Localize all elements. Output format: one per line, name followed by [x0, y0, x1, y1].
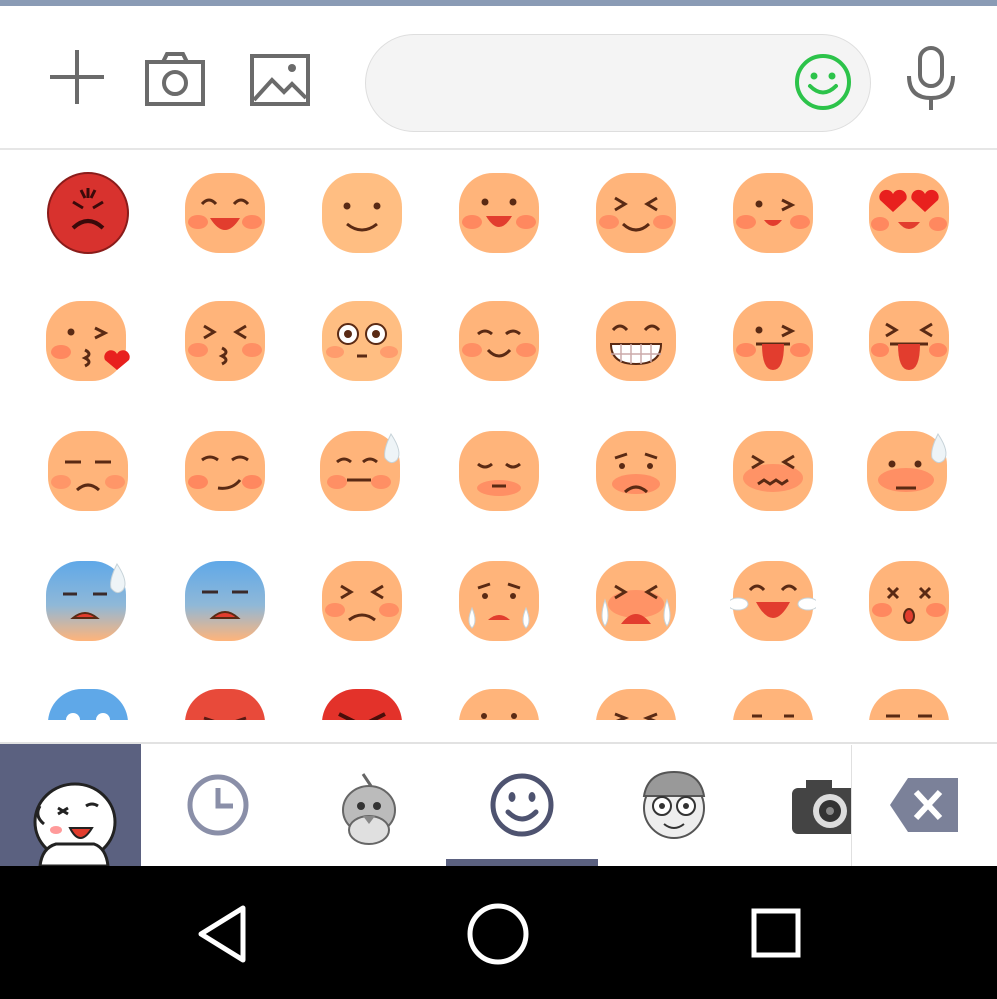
- emoji-heart-eyes[interactable]: [866, 170, 952, 256]
- emoji-wink[interactable]: [730, 170, 816, 256]
- emoji-relieved[interactable]: [456, 428, 542, 514]
- emoji-scared[interactable]: [182, 558, 268, 644]
- image-icon: [250, 54, 310, 106]
- image-button[interactable]: [250, 54, 310, 106]
- emoji-big-grin[interactable]: [593, 298, 679, 384]
- smiley-icon: [795, 54, 851, 110]
- nav-back-button[interactable]: [195, 904, 251, 968]
- tab-recent[interactable]: [141, 744, 293, 866]
- emoji-tongue-wink[interactable]: [730, 298, 816, 384]
- emoji-surprised[interactable]: [319, 298, 405, 384]
- emoji-tired[interactable]: [319, 558, 405, 644]
- emoji-red-partial[interactable]: [182, 686, 268, 720]
- nav-recents-button[interactable]: [751, 908, 801, 962]
- tab-sticker-pack-bird[interactable]: [293, 744, 446, 866]
- emoji-face-partial-2[interactable]: [593, 686, 679, 720]
- emoji-content[interactable]: [456, 298, 542, 384]
- system-navigation-bar: [0, 866, 997, 999]
- emoji-kiss-heart[interactable]: [45, 298, 131, 384]
- emoji-confounded[interactable]: [730, 428, 816, 514]
- tab-sticker-pack-cap[interactable]: [598, 744, 750, 866]
- back-icon: [198, 905, 246, 963]
- microphone-icon: [907, 46, 955, 110]
- emoji-face-partial-3[interactable]: [730, 686, 816, 720]
- clock-icon: [187, 774, 249, 836]
- backspace-button[interactable]: [852, 744, 997, 866]
- emoji-tongue-squint[interactable]: [866, 298, 952, 384]
- smiley-tab-icon: [490, 773, 554, 837]
- emoji-crying[interactable]: [456, 558, 542, 644]
- emoji-fearful-sweat[interactable]: [45, 558, 131, 644]
- camera-button[interactable]: [145, 52, 205, 106]
- emoji-dizzy[interactable]: [866, 558, 952, 644]
- bird-icon: [342, 773, 396, 845]
- nav-home-button[interactable]: [466, 902, 530, 970]
- recents-icon: [751, 908, 801, 958]
- emoji-blue-partial[interactable]: [45, 686, 131, 720]
- emoji-smirk[interactable]: [182, 428, 268, 514]
- tab-vertical-divider: [851, 745, 852, 867]
- emoji-laugh[interactable]: [182, 170, 268, 256]
- emoji-unamused[interactable]: [45, 428, 131, 514]
- emoji-angry[interactable]: [45, 170, 131, 256]
- message-input[interactable]: [396, 57, 780, 111]
- cap-character-icon: [642, 770, 706, 839]
- emoji-smile[interactable]: [319, 170, 405, 256]
- emoji-sweat-smile[interactable]: [319, 428, 405, 514]
- voice-input-button[interactable]: [905, 46, 957, 112]
- emoji-angry-partial[interactable]: [319, 686, 405, 720]
- emoji-squint-smile[interactable]: [593, 170, 679, 256]
- camera-sticker-icon: [792, 780, 851, 834]
- emoji-toggle-button[interactable]: [794, 53, 852, 115]
- plus-button[interactable]: [48, 48, 106, 106]
- plus-icon: [50, 50, 104, 104]
- emoji-grid: [0, 150, 997, 720]
- emoji-kiss[interactable]: [182, 298, 268, 384]
- tab-emoji[interactable]: [446, 744, 598, 866]
- home-icon: [467, 903, 529, 965]
- camera-icon: [145, 52, 205, 106]
- chat-input-toolbar: [0, 6, 997, 150]
- emoji-grin[interactable]: [456, 170, 542, 256]
- emoji-category-tabs: [0, 744, 997, 868]
- backspace-icon: [890, 778, 958, 832]
- emoji-sweat-sad[interactable]: [866, 428, 952, 514]
- emoji-sad[interactable]: [593, 428, 679, 514]
- emoji-face-partial-4[interactable]: [866, 686, 952, 720]
- emoji-sobbing[interactable]: [593, 558, 679, 644]
- tab-sticker-pack-camera[interactable]: [750, 744, 851, 866]
- tab-sticker-pack-moon[interactable]: [0, 744, 141, 868]
- active-tab-indicator: [446, 859, 598, 866]
- emoji-face-partial-1[interactable]: [456, 686, 542, 720]
- moon-character-icon: [33, 782, 117, 868]
- message-input-box[interactable]: [365, 34, 871, 132]
- emoji-tears-of-joy[interactable]: [730, 558, 816, 644]
